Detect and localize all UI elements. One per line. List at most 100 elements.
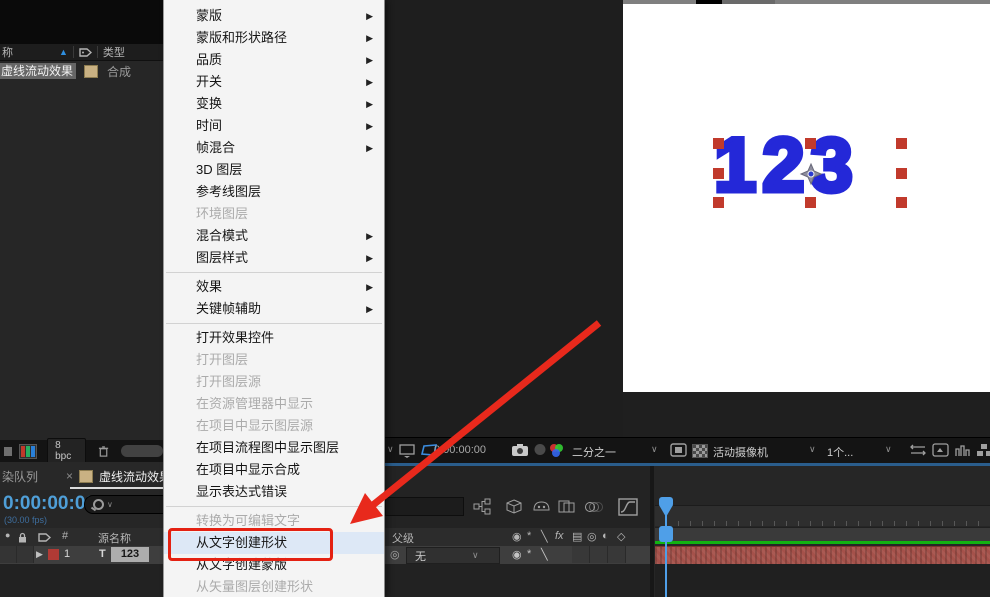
menu-item[interactable]: 在资源管理器中显示 bbox=[164, 393, 384, 415]
menu-item-label: 转换为可编辑文字 bbox=[196, 513, 300, 528]
lock-column-icon[interactable] bbox=[18, 532, 27, 543]
layer-quality-toggle[interactable]: ╲ bbox=[541, 548, 548, 561]
menu-item[interactable]: 打开图层源 bbox=[164, 371, 384, 393]
selection-handle[interactable] bbox=[805, 138, 816, 149]
view-layout-chevron-icon[interactable]: ∨ bbox=[885, 444, 892, 455]
menu-item-label: 在项目中显示图层源 bbox=[196, 418, 313, 433]
resolution-dropdown[interactable]: 二分之一 bbox=[572, 444, 616, 460]
layer-eye-toggle[interactable]: ◉ bbox=[512, 548, 522, 561]
menu-item[interactable]: 变换 ▶ bbox=[164, 93, 384, 115]
flowchart-icon[interactable] bbox=[976, 443, 990, 457]
motion-blur-icon[interactable] bbox=[584, 498, 603, 515]
label-column-icon[interactable] bbox=[79, 47, 92, 58]
menu-item[interactable]: 环境图层 bbox=[164, 203, 384, 225]
selection-handle[interactable] bbox=[896, 138, 907, 149]
work-area-bar[interactable] bbox=[655, 527, 990, 541]
camera-view-dropdown[interactable]: 活动摄像机 bbox=[713, 444, 768, 460]
pixel-aspect-correction-icon[interactable] bbox=[909, 443, 927, 457]
interpret-footage-icon[interactable] bbox=[19, 444, 37, 459]
layer-switch-cell[interactable] bbox=[590, 546, 608, 563]
comp-mini-flowchart-icon[interactable] bbox=[473, 498, 492, 515]
menu-item[interactable]: 显示表达式错误 bbox=[164, 481, 384, 503]
menu-item[interactable]: 时间 ▶ bbox=[164, 115, 384, 137]
current-timecode[interactable]: 0:00:00:00 bbox=[3, 493, 96, 515]
time-ruler[interactable] bbox=[655, 505, 990, 526]
graph-editor-icon[interactable] bbox=[618, 498, 637, 515]
parent-dropdown[interactable]: 无 ∨ bbox=[406, 547, 500, 564]
playhead-line[interactable] bbox=[665, 505, 667, 597]
toolbar-chevron-icon[interactable]: ∨ bbox=[387, 444, 394, 455]
selection-handle[interactable] bbox=[805, 197, 816, 208]
parent-column-label[interactable]: 父级 bbox=[392, 530, 414, 546]
menu-item[interactable]: 品质 ▶ bbox=[164, 49, 384, 71]
menu-item[interactable]: 3D 图层 bbox=[164, 159, 384, 181]
menu-item[interactable]: 参考线图层 bbox=[164, 181, 384, 203]
label-column-icon[interactable] bbox=[38, 532, 51, 543]
grid-guide-options-icon[interactable] bbox=[399, 443, 417, 458]
name-column-label[interactable]: 称 bbox=[2, 44, 13, 60]
snapshot-camera-icon[interactable] bbox=[511, 443, 529, 457]
selection-handle[interactable] bbox=[896, 197, 907, 208]
menu-item[interactable]: 帧混合 ▶ bbox=[164, 137, 384, 159]
menu-item[interactable]: 在项目中显示合成 bbox=[164, 459, 384, 481]
menu-item[interactable]: 打开图层 bbox=[164, 349, 384, 371]
transparency-grid-icon[interactable] bbox=[692, 444, 708, 458]
menu-item[interactable]: 效果 ▶ bbox=[164, 276, 384, 298]
layer-collapse-toggle[interactable]: * bbox=[527, 548, 531, 560]
show-channel-icon[interactable] bbox=[550, 444, 566, 458]
frame-blending-icon[interactable] bbox=[557, 498, 576, 515]
type-column-label[interactable]: 类型 bbox=[103, 44, 125, 60]
selection-handle[interactable] bbox=[713, 138, 724, 149]
layer-switch-cell[interactable] bbox=[608, 546, 626, 563]
menu-item[interactable]: 混合模式 ▶ bbox=[164, 225, 384, 247]
menu-item[interactable]: 蒙版和形状路径 ▶ bbox=[164, 27, 384, 49]
project-item-name[interactable]: 虚线流动效果 bbox=[0, 63, 76, 79]
exposure-histogram-icon[interactable] bbox=[954, 443, 972, 457]
menu-item[interactable]: 蒙版 ▶ bbox=[164, 5, 384, 27]
layer-switch-cell[interactable] bbox=[572, 546, 590, 563]
bit-depth-button[interactable]: 8 bpc bbox=[47, 438, 86, 464]
anchor-point-icon[interactable] bbox=[799, 162, 823, 186]
layer-expand-arrow-icon[interactable]: ▶ bbox=[36, 549, 43, 560]
submenu-arrow-icon: ▶ bbox=[366, 93, 373, 115]
hide-shy-layers-icon[interactable] bbox=[532, 498, 551, 515]
selection-handle[interactable] bbox=[713, 168, 724, 179]
source-name-column-label[interactable]: 源名称 bbox=[98, 530, 131, 546]
parent-pick-whip-icon[interactable]: ◎ bbox=[390, 548, 400, 561]
resolution-chevron-icon[interactable]: ∨ bbox=[651, 444, 658, 455]
panel-scrollbar[interactable] bbox=[121, 445, 163, 457]
menu-item[interactable]: 在项目中显示图层源 bbox=[164, 415, 384, 437]
index-column-label[interactable]: # bbox=[62, 530, 68, 542]
tab-render-queue[interactable]: 染队列 bbox=[2, 468, 38, 485]
view-layout-dropdown[interactable]: 1个... bbox=[827, 444, 853, 460]
viewer-timecode[interactable]: 0:00:00:00 bbox=[434, 444, 486, 456]
layer-label-color-chip[interactable] bbox=[48, 549, 59, 560]
menu-item[interactable]: 在项目流程图中显示图层 bbox=[164, 437, 384, 459]
selection-handle[interactable] bbox=[896, 168, 907, 179]
menu-item[interactable]: 关键帧辅助 ▶ bbox=[164, 298, 384, 320]
trash-icon[interactable] bbox=[98, 445, 109, 458]
region-of-interest-icon[interactable] bbox=[670, 443, 687, 457]
fast-previews-icon[interactable] bbox=[932, 443, 950, 457]
menu-item[interactable]: 开关 ▶ bbox=[164, 71, 384, 93]
camera-view-chevron-icon[interactable]: ∨ bbox=[809, 444, 816, 455]
project-item-row[interactable]: 虚线流动效果 合成 bbox=[0, 61, 163, 81]
tab-composition[interactable]: 虚线流动效果 bbox=[99, 468, 171, 485]
layer-name[interactable]: 123 bbox=[111, 547, 149, 562]
draft-3d-icon[interactable] bbox=[505, 498, 524, 515]
search-options-chevron-icon[interactable]: ∨ bbox=[107, 500, 113, 509]
menu-item[interactable]: 图层样式 ▶ bbox=[164, 247, 384, 269]
menu-item[interactable]: 打开效果控件 bbox=[164, 327, 384, 349]
layer-video-cell[interactable] bbox=[0, 546, 17, 563]
selection-handle[interactable] bbox=[713, 197, 724, 208]
project-flowchart-icon[interactable] bbox=[4, 447, 12, 456]
project-panel-top bbox=[0, 0, 163, 44]
tab-close-icon[interactable]: × bbox=[66, 469, 73, 483]
sort-ascending-icon[interactable]: ▲ bbox=[59, 47, 68, 57]
layer-duration-bar[interactable] bbox=[655, 546, 990, 565]
menu-item[interactable]: 从矢量图层创建形状 bbox=[164, 576, 384, 597]
show-snapshot-icon[interactable] bbox=[533, 443, 547, 456]
timeline-field[interactable] bbox=[385, 497, 464, 516]
video-column-icon[interactable]: ● bbox=[5, 530, 10, 540]
layer-lock-cell[interactable] bbox=[17, 546, 34, 563]
